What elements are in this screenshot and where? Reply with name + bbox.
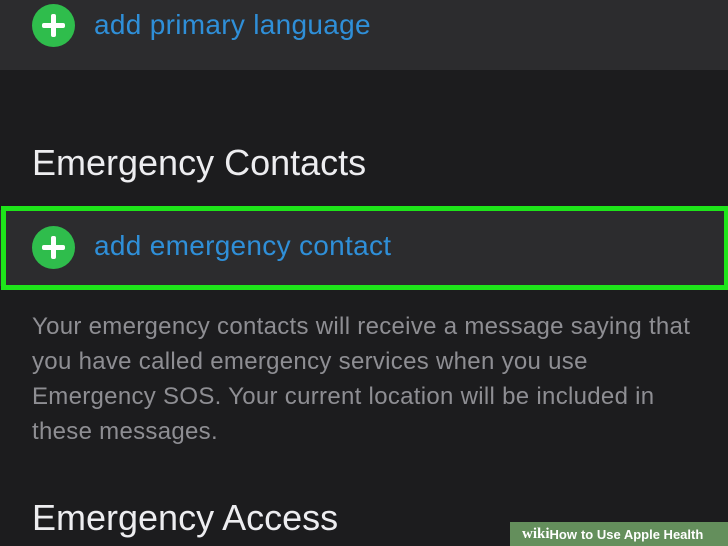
watermark-wiki: wiki (522, 525, 550, 542)
watermark-how: How (549, 526, 577, 542)
add-primary-language-row[interactable]: add primary language (0, 0, 728, 70)
emergency-contacts-description: Your emergency contacts will receive a m… (32, 313, 691, 445)
emergency-access-heading: Emergency Access (32, 497, 339, 538)
plus-circle-icon[interactable] (32, 4, 75, 47)
watermark-title: to Use Apple Health (580, 526, 704, 542)
wikihow-watermark: wiki How to Use Apple Health (510, 522, 728, 546)
highlight-box (1, 206, 728, 290)
emergency-contacts-heading: Emergency Contacts (32, 142, 367, 183)
add-primary-language-link[interactable]: add primary language (94, 9, 371, 41)
